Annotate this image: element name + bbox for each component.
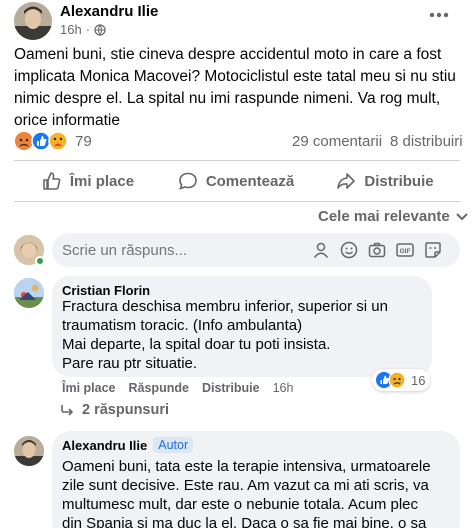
comment-time[interactable]: 16h	[273, 381, 294, 395]
post-reaction-count[interactable]: 79	[75, 133, 92, 150]
post-time[interactable]: 16h	[60, 22, 82, 37]
comment-reaction-icons	[376, 371, 406, 389]
sort-dropdown[interactable]: Cele mai relevante	[318, 208, 468, 225]
comment-line: zile sunt decisive. Este rau. Am vazut c…	[62, 477, 429, 494]
sad-reaction-icon	[388, 371, 406, 389]
reply-composer[interactable]: GIF	[52, 233, 460, 267]
comment-line: Fractura deschisa membru inferior, super…	[62, 298, 388, 315]
comment-author-avatar[interactable]	[14, 436, 44, 466]
like-button-label: Îmi place	[69, 172, 135, 190]
sticker-icon[interactable]	[424, 241, 442, 259]
comment-reactions-pill[interactable]: 16	[372, 369, 430, 391]
avatar-sticker-icon[interactable]	[312, 241, 330, 259]
author-badge: Autor	[153, 437, 194, 453]
reply-input[interactable]	[62, 233, 302, 267]
globe-icon	[94, 23, 106, 36]
post-author-name[interactable]: Alexandru Ilie	[60, 3, 158, 20]
camera-icon[interactable]	[368, 241, 386, 259]
comment-line: traumatism toracic. (Info ambulanta)	[62, 317, 303, 334]
post-meta: 16h ·	[60, 22, 106, 37]
view-replies-button[interactable]: 2 răspunsuri	[60, 402, 169, 418]
post-body: Oameni buni, stie cineva despre accident…	[14, 46, 456, 129]
care-reaction-icon	[48, 131, 68, 151]
comment-reaction-count: 16	[411, 372, 426, 388]
gif-icon[interactable]: GIF	[396, 241, 414, 259]
comment-button[interactable]: Comentează	[162, 164, 310, 198]
replies-count: 2 răspunsuri	[82, 402, 170, 418]
chevron-down-icon	[456, 212, 468, 220]
comment-bubble-icon	[179, 172, 197, 190]
sort-label: Cele mai relevante	[318, 208, 450, 225]
comment-button-label: Comentează	[205, 172, 295, 190]
comment-header: Alexandru Ilie Autor	[62, 437, 194, 453]
shares-count[interactable]: 8 distribuiri	[390, 133, 463, 150]
comment-line: Oameni buni, tata este la terapie intens…	[62, 458, 431, 475]
comment-text: Fractura deschisa membru inferior, super…	[62, 297, 428, 373]
thumbs-up-icon	[43, 172, 61, 190]
composer-tools: GIF	[312, 241, 442, 259]
person-photo-icon	[14, 278, 44, 308]
post-options-icon[interactable]	[428, 8, 450, 22]
divider	[14, 201, 460, 202]
emoji-icon[interactable]	[340, 241, 358, 259]
divider	[14, 160, 460, 161]
comment-author-avatar[interactable]	[14, 278, 44, 308]
comment-author-name[interactable]: Cristian Florin	[62, 283, 150, 298]
comment-like-button[interactable]: Îmi place	[62, 381, 116, 395]
share-button-label: Distribuie	[364, 172, 434, 190]
person-photo-icon	[14, 436, 44, 466]
comment-share-button[interactable]: Distribuie	[202, 381, 260, 395]
comment-actions: Îmi place Răspunde Distribuie 16h	[62, 381, 293, 395]
reaction-icons[interactable]	[14, 131, 70, 151]
comment-author-name[interactable]: Alexandru Ilie	[62, 438, 147, 453]
like-reaction-icon	[31, 131, 51, 151]
svg-text:GIF: GIF	[400, 248, 411, 255]
like-button[interactable]: Îmi place	[14, 164, 162, 198]
comment-line: multumesc mult, dar este o nebunie total…	[62, 496, 419, 513]
share-arrow-icon	[337, 173, 356, 189]
share-button[interactable]: Distribuie	[310, 164, 460, 198]
angry-reaction-icon	[15, 132, 33, 150]
person-photo-icon	[14, 2, 52, 40]
comment-line: din Spania si ma duc la el. Daca o sa fi…	[62, 515, 427, 528]
comment-text: Oameni buni, tata este la terapie intens…	[62, 457, 456, 528]
comment-line: Pare rau ptr situatie.	[62, 355, 198, 372]
reply-arrow-icon	[61, 405, 73, 416]
post-author-avatar[interactable]	[14, 2, 52, 40]
comments-count[interactable]: 29 comentarii	[292, 133, 382, 150]
comment-line: Mai departe, la spital doar tu poti insi…	[62, 336, 331, 353]
comment-reply-button[interactable]: Răspunde	[129, 381, 189, 395]
online-status-dot	[35, 256, 45, 266]
